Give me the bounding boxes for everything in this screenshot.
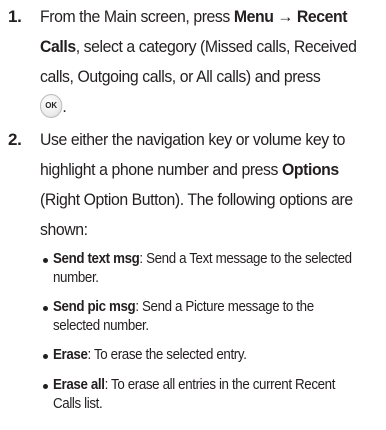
- step-1-line-1: From the Main screen, press Menu → Recen…: [40, 7, 348, 26]
- step-2-number: 2.: [8, 130, 22, 149]
- option-desc: : Send a Picture message to the: [135, 299, 314, 315]
- option-term: Erase all: [53, 377, 105, 393]
- option-term: Send text msg: [53, 251, 140, 267]
- ok-key-icon: OK: [40, 93, 63, 118]
- manual-page: 1. From the Main screen, press Menu → Re…: [0, 0, 386, 430]
- step-2-line-4: shown:: [40, 220, 88, 239]
- step-2-line-2: highlight a phone number and press Optio…: [40, 160, 339, 179]
- step-1-text: From the Main screen, press Menu → Recen…: [40, 2, 357, 122]
- options-key-label: Options: [282, 160, 339, 179]
- menu-key-label: Menu: [233, 7, 274, 26]
- recent-label-part-2: Calls: [40, 37, 76, 56]
- step-1-number: 1.: [8, 7, 22, 26]
- bullet-icon: [43, 354, 48, 359]
- option-term: Erase: [53, 347, 88, 363]
- option-term: Send pic msg: [53, 299, 136, 315]
- step-1-line-2: Calls, select a category (Missed calls, …: [40, 37, 357, 56]
- recent-label-part-1: Recent: [296, 7, 348, 26]
- bullet-icon: [43, 384, 48, 389]
- bullet-icon: [43, 258, 48, 263]
- arrow-icon: →: [273, 7, 297, 26]
- option-desc: : To erase the selected entry.: [87, 347, 247, 363]
- step-2-text: Use either the navigation key or volume …: [40, 125, 353, 245]
- bullet-icon: [43, 306, 48, 311]
- option-desc: : Send a Text message to the selected: [139, 251, 352, 267]
- step-2-line-1: Use either the navigation key or volume …: [40, 130, 346, 149]
- step-1-line-3: calls, Outgoing calls, or All calls) and…: [40, 67, 321, 86]
- step-1-line-4: OK.: [40, 92, 351, 122]
- step-2-line-3: (Right Option Button). The following opt…: [40, 190, 353, 209]
- option-desc: : To erase all entries in the current Re…: [104, 377, 336, 393]
